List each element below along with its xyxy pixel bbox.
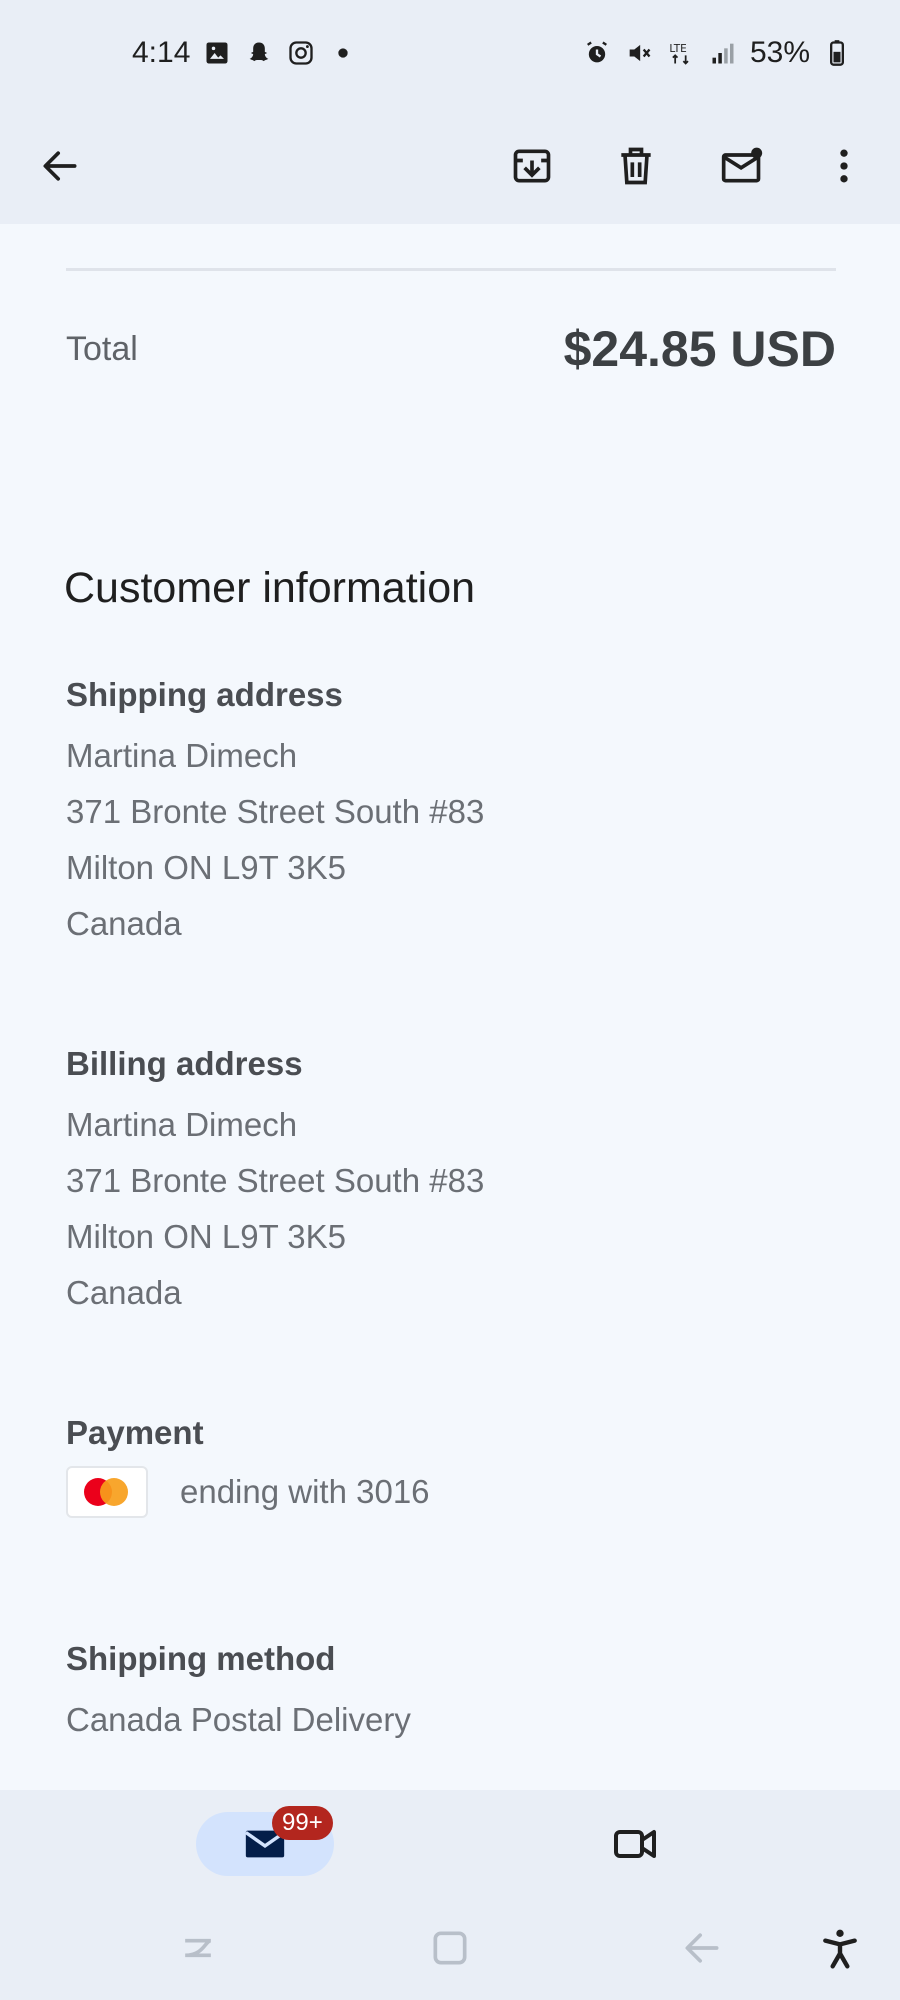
status-right: LTE 53%: [582, 36, 852, 70]
archive-icon: [513, 149, 551, 183]
dot-icon: [328, 38, 358, 68]
shipping-address-block: Shipping address Martina Dimech 371 Bron…: [66, 676, 484, 952]
system-back-button[interactable]: [672, 1918, 732, 1978]
accessibility-icon: [823, 1929, 857, 1969]
back-arrow-icon: [43, 151, 77, 181]
home-button[interactable]: [420, 1918, 480, 1978]
billing-street: 371 Bronte Street South #83: [66, 1162, 485, 1199]
shipping-name: Martina Dimech: [66, 737, 298, 774]
mark-unread-icon: [721, 147, 763, 183]
shipping-method-block: Shipping method Canada Postal Delivery: [66, 1640, 411, 1748]
email-body: Total $24.85 USD Customer information Sh…: [0, 224, 900, 1790]
billing-country: Canada: [66, 1274, 182, 1311]
total-row: Total $24.85 USD: [66, 320, 836, 378]
payment-card-text: ending with 3016: [180, 1473, 430, 1510]
billing-name: Martina Dimech: [66, 1106, 298, 1143]
customer-info-title: Customer information: [64, 564, 476, 612]
status-time: 4:14: [132, 36, 191, 69]
back-button[interactable]: [24, 130, 96, 202]
battery-percent: 53%: [749, 36, 810, 69]
shipping-street: 371 Bronte Street South #83: [66, 793, 485, 830]
payment-heading: Payment: [66, 1414, 204, 1451]
shipping-method-heading: Shipping method: [66, 1640, 336, 1677]
card-circle-right: [100, 1478, 128, 1506]
payment-row: ending with 3016: [66, 1466, 430, 1518]
mark-unread-button[interactable]: [706, 130, 778, 202]
signal-icon: [708, 38, 738, 68]
lte-icon: LTE: [666, 38, 696, 68]
payment-block: Payment ending with 3016: [66, 1414, 430, 1518]
shipping-country: Canada: [66, 905, 182, 942]
app-bar: [0, 110, 900, 224]
unread-badge: 99+: [272, 1806, 333, 1840]
gallery-icon: [202, 38, 232, 68]
video-icon: [614, 1830, 656, 1858]
bottom-nav: 99+: [0, 1790, 900, 2000]
shipping-address-heading: Shipping address: [66, 676, 343, 713]
total-label: Total: [66, 329, 138, 368]
mastercard-icon: [66, 1466, 148, 1518]
alarm-icon: [582, 38, 612, 68]
divider: [66, 268, 836, 271]
battery-icon: [822, 38, 852, 68]
more-options-button[interactable]: [808, 130, 880, 202]
total-value: $24.85 USD: [563, 321, 836, 377]
billing-address-heading: Billing address: [66, 1045, 303, 1082]
svg-text:LTE: LTE: [669, 43, 686, 55]
billing-city: Milton ON L9T 3K5: [66, 1218, 347, 1255]
shipping-city: Milton ON L9T 3K5: [66, 849, 347, 886]
meet-tab[interactable]: [600, 1812, 672, 1876]
delete-button[interactable]: [600, 130, 672, 202]
recents-icon: [185, 1938, 212, 1958]
billing-address-block: Billing address Martina Dimech 371 Bront…: [66, 1045, 484, 1321]
shipping-method-value: Canada Postal Delivery: [66, 1701, 411, 1738]
instagram-icon: [286, 38, 316, 68]
system-back-icon: [685, 1933, 719, 1963]
mute-icon: [624, 38, 654, 68]
status-left: 4:14: [132, 36, 358, 70]
recents-button[interactable]: [168, 1918, 228, 1978]
status-bar: 4:14 LTE 53%: [0, 0, 900, 110]
home-icon: [433, 1931, 467, 1965]
archive-button[interactable]: [496, 130, 568, 202]
snapchat-icon: [244, 38, 274, 68]
accessibility-button[interactable]: [810, 1918, 870, 1978]
more-vert-icon: [840, 149, 848, 183]
delete-icon: [621, 147, 651, 185]
